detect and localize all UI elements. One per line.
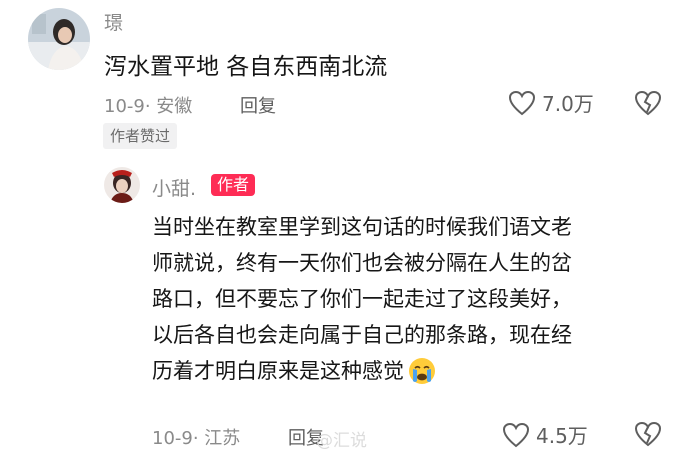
reply-like-count: 4.5万: [536, 424, 588, 448]
reply-text-line: 路口，但不要忘了你们一起走过了这段美好，: [152, 287, 572, 311]
reply-text-line: 当时坐在教室里学到这句话的时候我们语文老: [152, 215, 572, 239]
comment-reply-button[interactable]: 回复: [240, 92, 276, 118]
author-avatar[interactable]: [104, 167, 140, 203]
heart-icon: [502, 422, 530, 447]
watermark: @汇说: [316, 431, 367, 451]
crying-face-icon: [409, 358, 435, 384]
reply-like-button[interactable]: 4.5万: [502, 420, 588, 449]
reply-date-location: 10-9· 江苏: [152, 428, 241, 449]
comment-username[interactable]: 璟: [104, 8, 123, 35]
reply-text-line: 历着才明白原来是这种感觉: [152, 353, 672, 389]
broken-heart-icon: [634, 90, 662, 116]
comment-like-count: 7.0万: [542, 92, 594, 116]
author-badge: 作者: [211, 174, 256, 196]
reply-text: 当时坐在教室里学到这句话的时候我们语文老 师就说，终有一天你们也会被分隔在人生的…: [152, 209, 672, 389]
author-liked-tag: 作者赞过: [103, 123, 178, 149]
broken-heart-icon: [634, 421, 662, 447]
reply-text-line: 以后各自也会走向属于自己的那条路，现在经: [152, 323, 572, 347]
comment-dislike-button[interactable]: [634, 90, 662, 120]
heart-icon: [508, 90, 536, 115]
comment-thread: 璟 泻水置平地 各自东西南北流 10-9· 安徽 回复 7.0万 作者赞过 小甜…: [0, 0, 690, 459]
comment-text: 泻水置平地 各自东西南北流: [104, 54, 388, 80]
reply-dislike-button[interactable]: [634, 421, 662, 451]
reply-username[interactable]: 小甜.: [152, 174, 196, 201]
comment-like-button[interactable]: 7.0万: [508, 88, 594, 117]
comment-date-location: 10-9· 安徽: [104, 96, 193, 117]
user-avatar[interactable]: [28, 8, 90, 70]
reply-text-line: 师就说，终有一天你们也会被分隔在人生的岔: [152, 251, 572, 275]
